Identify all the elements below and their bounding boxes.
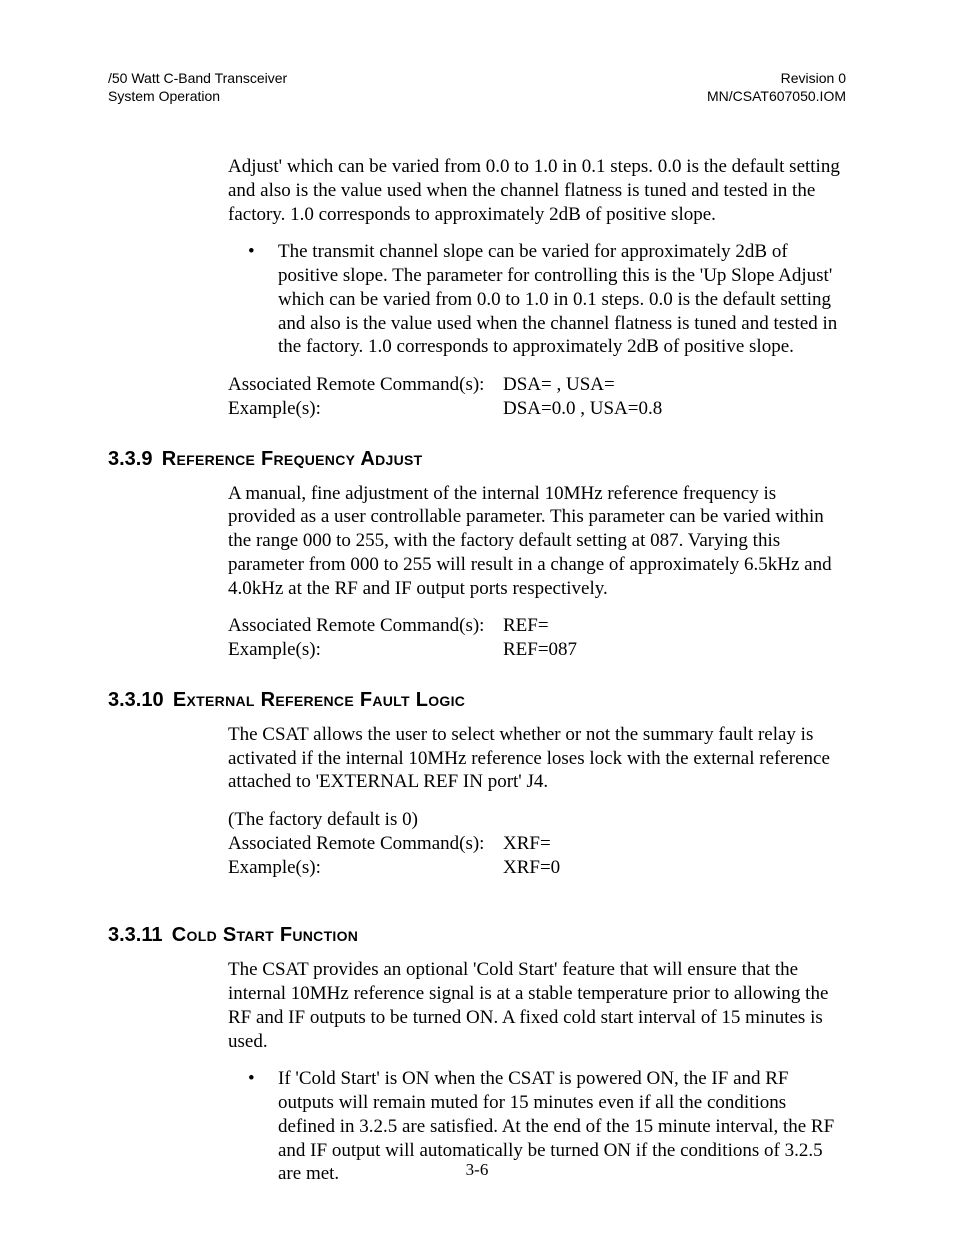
page-number: 3-6: [0, 1159, 954, 1180]
section-number: 3.3.11: [108, 924, 163, 946]
section-339-body: A manual, fine adjustment of the interna…: [228, 482, 846, 662]
page-header: /50 Watt C-Band Transceiver System Opera…: [108, 70, 846, 105]
header-section: System Operation: [108, 88, 287, 106]
example-label: Example(s):: [228, 397, 503, 421]
continuation-block: Adjust' which can be varied from 0.0 to …: [228, 155, 846, 421]
command-value: REF=: [503, 614, 846, 638]
header-docnum: MN/CSAT607050.IOM: [707, 88, 846, 106]
bullet-item: • The transmit channel slope can be vari…: [248, 240, 846, 359]
header-right: Revision 0 MN/CSAT607050.IOM: [707, 70, 846, 105]
section-3310-body: The CSAT allows the user to select wheth…: [228, 723, 846, 880]
example-value: DSA=0.0 , USA=0.8: [503, 397, 846, 421]
bullet-icon: •: [248, 240, 278, 359]
bullet-text: The transmit channel slope can be varied…: [278, 240, 846, 359]
factory-default-note: (The factory default is 0): [228, 808, 846, 832]
section-number: 3.3.10: [108, 689, 164, 711]
command-label: Associated Remote Command(s):: [228, 614, 503, 638]
header-doc-title: /50 Watt C-Band Transceiver: [108, 70, 287, 88]
section-heading-3311: 3.3.11 Cold Start Function: [108, 923, 846, 948]
command-row: Associated Remote Command(s): REF=: [228, 614, 846, 638]
section-title: Reference Frequency Adjust: [162, 448, 423, 470]
section-3311-body: The CSAT provides an optional 'Cold Star…: [228, 958, 846, 1186]
example-value: XRF=0: [503, 856, 846, 880]
document-page: /50 Watt C-Band Transceiver System Opera…: [0, 0, 954, 1235]
example-row: Example(s): REF=087: [228, 638, 846, 662]
section-title: External Reference Fault Logic: [173, 689, 465, 711]
example-label: Example(s):: [228, 856, 503, 880]
command-row: Associated Remote Command(s): DSA= , USA…: [228, 373, 846, 397]
command-label: Associated Remote Command(s):: [228, 373, 503, 397]
continuation-paragraph: Adjust' which can be varied from 0.0 to …: [228, 155, 846, 226]
example-value: REF=087: [503, 638, 846, 662]
section-paragraph: The CSAT allows the user to select wheth…: [228, 723, 846, 794]
section-paragraph: The CSAT provides an optional 'Cold Star…: [228, 958, 846, 1053]
section-title: Cold Start Function: [172, 924, 358, 946]
command-block: (The factory default is 0) Associated Re…: [228, 808, 846, 879]
command-value: DSA= , USA=: [503, 373, 846, 397]
section-number: 3.3.9: [108, 448, 152, 470]
command-value: XRF=: [503, 832, 846, 856]
section-heading-339: 3.3.9 Reference Frequency Adjust: [108, 447, 846, 472]
header-left: /50 Watt C-Band Transceiver System Opera…: [108, 70, 287, 105]
example-row: Example(s): XRF=0: [228, 856, 846, 880]
command-block: Associated Remote Command(s): REF= Examp…: [228, 614, 846, 662]
section-heading-3310: 3.3.10 External Reference Fault Logic: [108, 688, 846, 713]
section-paragraph: A manual, fine adjustment of the interna…: [228, 482, 846, 601]
header-revision: Revision 0: [707, 70, 846, 88]
command-label: Associated Remote Command(s):: [228, 832, 503, 856]
example-row: Example(s): DSA=0.0 , USA=0.8: [228, 397, 846, 421]
example-label: Example(s):: [228, 638, 503, 662]
command-block: Associated Remote Command(s): DSA= , USA…: [228, 373, 846, 421]
command-row: Associated Remote Command(s): XRF=: [228, 832, 846, 856]
